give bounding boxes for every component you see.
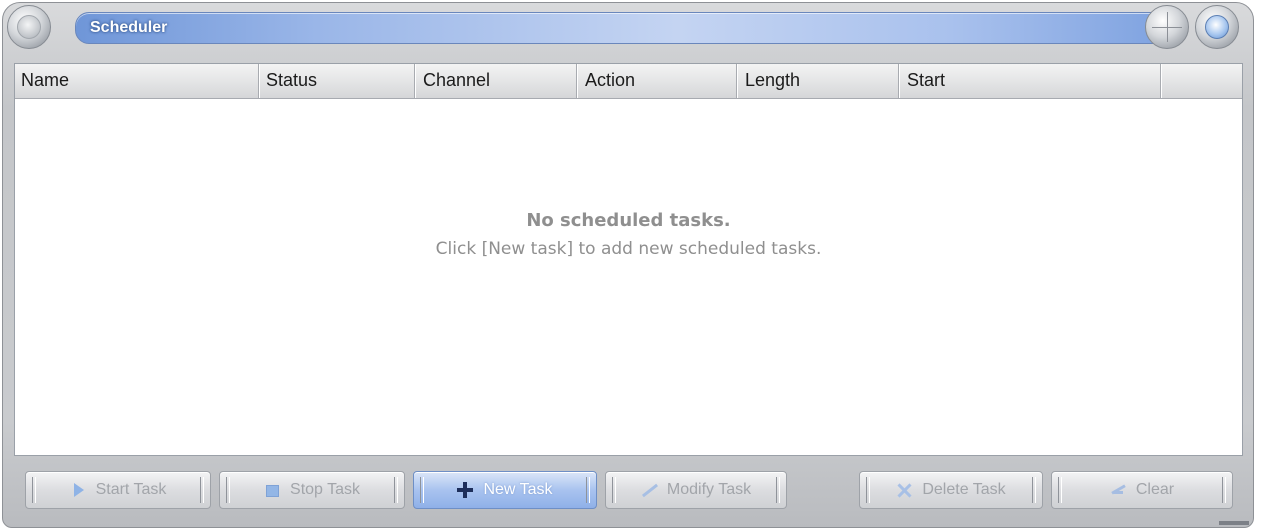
close-orb-icon: [1205, 15, 1229, 39]
pencil-icon: [641, 482, 657, 498]
new-task-button[interactable]: New Task: [413, 471, 597, 509]
delete-x-icon: [896, 482, 912, 498]
column-header-channel[interactable]: Channel: [417, 64, 577, 98]
play-icon: [70, 482, 86, 498]
column-header-row: Name Status Channel Action Length Start: [15, 64, 1242, 99]
modify-task-button[interactable]: Modify Task: [605, 471, 787, 509]
new-task-label: New Task: [483, 481, 553, 498]
stop-icon: [264, 482, 280, 498]
start-task-label: Start Task: [95, 481, 167, 498]
resize-grip[interactable]: [1219, 521, 1249, 525]
close-button[interactable]: [1195, 5, 1239, 49]
title-bar[interactable]: Scheduler: [75, 12, 1171, 44]
action-toolbar: Start Task Stop Task New Task Modify Tas…: [3, 463, 1253, 519]
scheduler-window: Scheduler Name Status Channel Action Len…: [2, 2, 1254, 528]
window-menu-orb[interactable]: [7, 5, 51, 49]
column-header-length[interactable]: Length: [739, 64, 899, 98]
task-list[interactable]: Name Status Channel Action Length Start …: [14, 63, 1243, 456]
clear-label: Clear: [1135, 481, 1175, 498]
empty-state-hint: Click [New task] to add new scheduled ta…: [435, 239, 822, 259]
window-title: Scheduler: [90, 19, 168, 36]
empty-state-title: No scheduled tasks.: [526, 210, 731, 231]
delete-task-button[interactable]: Delete Task: [859, 471, 1043, 509]
column-header-start[interactable]: Start: [901, 64, 1161, 98]
modify-task-label: Modify Task: [666, 481, 752, 498]
clear-button[interactable]: Clear: [1051, 471, 1233, 509]
column-header-status[interactable]: Status: [260, 64, 415, 98]
stop-task-button[interactable]: Stop Task: [219, 471, 405, 509]
column-header-extra[interactable]: [1163, 64, 1243, 98]
delete-task-label: Delete Task: [922, 481, 1006, 498]
orb-icon: [17, 15, 41, 39]
move-crosshair-button[interactable]: [1145, 5, 1189, 49]
eraser-icon: [1110, 482, 1126, 498]
stop-task-label: Stop Task: [290, 481, 360, 498]
plus-icon: [457, 482, 474, 498]
start-task-button[interactable]: Start Task: [25, 471, 211, 509]
column-header-action[interactable]: Action: [579, 64, 737, 98]
column-header-name[interactable]: Name: [15, 64, 259, 98]
crosshair-icon-vertical: [1167, 12, 1168, 42]
